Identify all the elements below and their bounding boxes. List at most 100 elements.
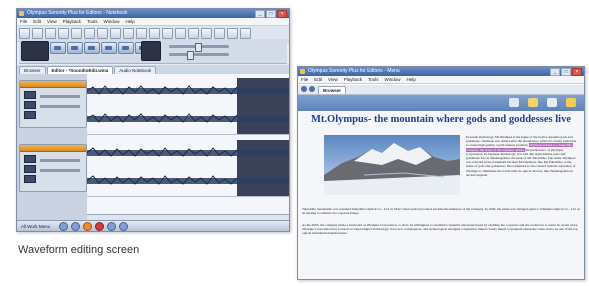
counter-display xyxy=(21,41,49,61)
minimize-button[interactable]: _ xyxy=(255,10,265,18)
viewer-menu-tools[interactable]: Tools xyxy=(368,76,379,83)
waveform-lane-1[interactable] xyxy=(87,78,289,135)
editor-tabs: Browser Editor - *SoundtoEdit.wma Audio … xyxy=(17,65,289,74)
viewer-menu-view[interactable]: View xyxy=(328,76,338,83)
track-fader-2[interactable] xyxy=(40,105,80,108)
play-button[interactable] xyxy=(84,42,100,54)
page-content: Mt.Olympus- the mountain where gods and … xyxy=(298,95,584,279)
star-icon[interactable] xyxy=(566,98,576,107)
volume-knob[interactable] xyxy=(195,43,202,52)
start-icon[interactable] xyxy=(59,221,69,231)
redo-icon[interactable] xyxy=(110,28,121,39)
cut-icon[interactable] xyxy=(58,28,69,39)
stop-button[interactable] xyxy=(67,42,83,54)
editor-body xyxy=(17,74,289,220)
split-icon[interactable] xyxy=(175,28,186,39)
taskbar: All Work Menu xyxy=(17,220,289,231)
track-fader-4[interactable] xyxy=(40,169,80,172)
track-header-2 xyxy=(20,145,86,152)
dictionary-icon[interactable] xyxy=(528,98,538,107)
transport-panel xyxy=(19,39,287,64)
waveform-lane-2[interactable] xyxy=(87,140,289,197)
settings-icon[interactable] xyxy=(240,28,251,39)
open-icon[interactable] xyxy=(45,28,56,39)
track-mute-button-1[interactable] xyxy=(24,91,36,99)
forward-icon[interactable] xyxy=(309,86,315,92)
viewer-menu-file[interactable]: File xyxy=(301,76,308,83)
opera-icon[interactable] xyxy=(95,221,105,231)
paste-icon[interactable] xyxy=(84,28,95,39)
menu-help[interactable]: Help xyxy=(126,18,135,25)
waveform-2 xyxy=(87,147,289,185)
speaker-icon[interactable] xyxy=(509,98,519,107)
track-rec-button-2[interactable] xyxy=(24,175,36,183)
copy-icon[interactable] xyxy=(71,28,82,39)
track-fader-3[interactable] xyxy=(40,159,80,162)
viewer-minimize-button[interactable]: _ xyxy=(550,68,560,76)
editor-menu-bar: File Edit View Playback Tools Window Hel… xyxy=(17,18,289,26)
caption: Waveform editing screen xyxy=(18,244,140,256)
marker-icon[interactable] xyxy=(162,28,173,39)
new-icon[interactable] xyxy=(19,28,30,39)
viewer-menu-bar: File Edit View Playback Tools Window Hel… xyxy=(298,76,584,84)
top-banner xyxy=(298,95,584,111)
maximize-button[interactable]: □ xyxy=(266,10,276,18)
zoom-out-icon[interactable] xyxy=(149,28,160,39)
tab-audio-notebook[interactable]: Audio Notebook xyxy=(114,66,157,74)
editor-window-title: Olympus Sonority Plus for Editors - Note… xyxy=(27,10,128,16)
menu-playback[interactable]: Playback xyxy=(63,18,81,25)
folder-icon[interactable] xyxy=(107,221,117,231)
app-icon-taskbar[interactable] xyxy=(119,221,129,231)
track-control-2 xyxy=(19,144,87,192)
viewer-menu-help[interactable]: Help xyxy=(407,76,416,83)
close-button[interactable]: × xyxy=(277,10,287,18)
effect-icon[interactable] xyxy=(227,28,238,39)
side-paragraph: In Greek mythology, Mt.Olympus is the ho… xyxy=(466,135,578,203)
viewer-menu-playback[interactable]: Playback xyxy=(344,76,362,83)
speed-slider[interactable] xyxy=(169,53,229,56)
viewer-app-icon xyxy=(300,69,305,74)
menu-edit[interactable]: Edit xyxy=(33,18,41,25)
track-rec-button-1[interactable] xyxy=(24,111,36,119)
viewer-tab-browser[interactable]: Browser xyxy=(318,86,347,94)
viewer-maximize-button[interactable]: □ xyxy=(561,68,571,76)
tab-editor[interactable]: Editor - *SoundtoEdit.wma xyxy=(46,66,114,74)
media-icon[interactable] xyxy=(83,221,93,231)
undo-icon[interactable] xyxy=(97,28,108,39)
menu-view[interactable]: View xyxy=(47,18,57,25)
taskbar-label: All Work Menu xyxy=(21,223,51,229)
fade-icon[interactable] xyxy=(201,28,212,39)
editor-title-bar: Olympus Sonority Plus for Editors - Note… xyxy=(17,9,289,18)
document-icon[interactable] xyxy=(547,98,557,107)
track-header-1 xyxy=(20,81,86,88)
menu-tools[interactable]: Tools xyxy=(87,18,98,25)
viewer-menu-window[interactable]: Window xyxy=(385,76,401,83)
normalize-icon[interactable] xyxy=(214,28,225,39)
viewer-close-button[interactable]: × xyxy=(572,68,582,76)
track-mute-button-2[interactable] xyxy=(24,155,36,163)
editor-window: Olympus Sonority Plus for Editors - Note… xyxy=(16,8,290,232)
viewer-menu-edit[interactable]: Edit xyxy=(314,76,322,83)
zoom-in-icon[interactable] xyxy=(136,28,147,39)
tab-browser[interactable]: Browser xyxy=(19,66,46,74)
rewind-button[interactable] xyxy=(118,42,134,54)
mode-panel xyxy=(141,41,161,61)
track-solo-button-1[interactable] xyxy=(24,101,36,109)
viewer-window-title: Olympus Sonority Plus for Editors - Menu xyxy=(308,68,400,74)
track-fader-1[interactable] xyxy=(40,95,80,98)
save-icon[interactable] xyxy=(32,28,43,39)
record-button[interactable] xyxy=(50,42,66,54)
viewer-title-bar: Olympus Sonority Plus for Editors - Menu… xyxy=(298,67,584,76)
speed-knob[interactable] xyxy=(187,51,194,60)
merge-icon[interactable] xyxy=(188,28,199,39)
menu-file[interactable]: File xyxy=(20,18,27,25)
track-solo-button-2[interactable] xyxy=(24,165,36,173)
menu-window[interactable]: Window xyxy=(104,18,120,25)
waveform-area[interactable] xyxy=(87,74,289,220)
pause-button[interactable] xyxy=(101,42,117,54)
browser-icon[interactable] xyxy=(71,221,81,231)
back-icon[interactable] xyxy=(301,86,307,92)
viewer-window: Olympus Sonority Plus for Editors - Menu… xyxy=(297,66,585,280)
page-heading: Mt.Olympus- the mountain where gods and … xyxy=(311,114,571,125)
delete-icon[interactable] xyxy=(123,28,134,39)
